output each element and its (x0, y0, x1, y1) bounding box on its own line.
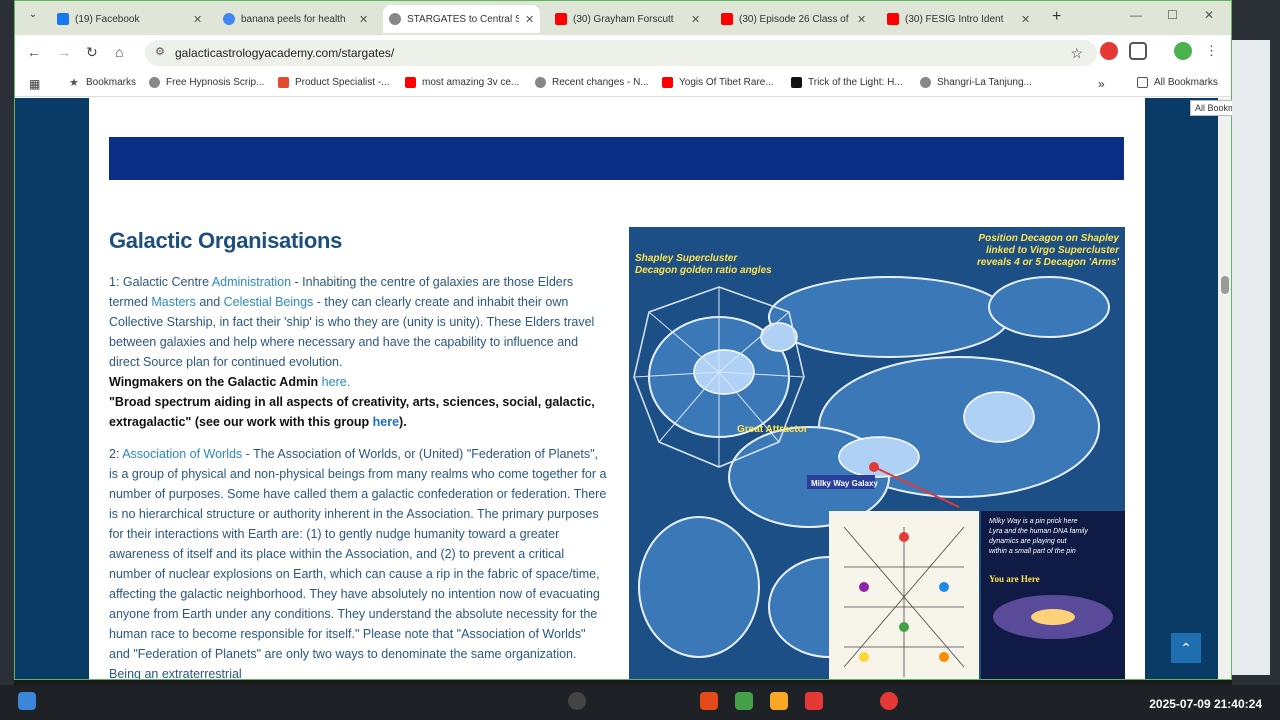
you-are-here-label: You are Here (989, 574, 1040, 584)
page-icon (791, 77, 802, 88)
google-icon (223, 13, 235, 25)
desktop-left-strip (0, 0, 14, 685)
facebook-icon (57, 13, 69, 25)
taskbar-app-icon[interactable] (880, 692, 898, 710)
bookmark-item-trick[interactable]: Trick of the Light: H... (791, 77, 903, 88)
tab-search-button[interactable]: ⌄ (23, 9, 43, 27)
administration-link[interactable]: Administration (212, 275, 291, 289)
great-attractor-label: Great Attractor (737, 424, 808, 435)
maximize-button[interactable]: ☐ (1167, 8, 1178, 22)
page-title: Galactic Organisations (109, 228, 343, 253)
tab-fesig[interactable]: (30) FESIG Intro Ident ✕ (881, 5, 1036, 33)
tab-facebook[interactable]: (19) Facebook ✕ (51, 5, 208, 33)
url-field[interactable]: ⚙ galacticastrologyacademy.com/stargates… (145, 40, 1097, 66)
tab-episode[interactable]: (30) Episode 26 Class of ✕ (715, 5, 872, 33)
apps-icon[interactable]: ▦ (29, 77, 40, 91)
all-bookmarks-button[interactable]: All Bookmarks (1137, 77, 1218, 88)
youtube-icon (887, 13, 899, 25)
tab-grayham[interactable]: (30) Grayham Forscutt ✕ (549, 5, 706, 33)
pin-caption-line1: Milky Way is a pin prick here (989, 518, 1078, 525)
pin-caption-line3: dynamics are playing out (989, 538, 1067, 545)
minimize-button[interactable]: — (1130, 8, 1142, 22)
youtube-icon (662, 77, 673, 88)
back-icon[interactable]: ← (27, 44, 41, 60)
paragraph-association: 2: Association of Worlds - The Associati… (109, 447, 607, 680)
wingmakers-here-link[interactable]: here. (322, 375, 351, 389)
page-banner (109, 137, 1124, 180)
bookmark-item-bookmarks[interactable]: ★ Bookmarks (69, 77, 136, 89)
close-icon[interactable]: ✕ (525, 13, 534, 26)
close-icon[interactable]: ✕ (193, 13, 202, 26)
close-icon[interactable]: ✕ (359, 13, 368, 26)
globe-icon (920, 77, 931, 88)
scroll-to-top-button[interactable]: ⌃ (1171, 633, 1201, 663)
more-bookmarks-icon[interactable]: » (1098, 77, 1105, 91)
position-caption-line2: linked to Virgo Supercluster (986, 245, 1120, 256)
tab-stargates[interactable]: STARGATES to Central S ✕ (383, 5, 541, 33)
bookmarks-bar: ▦ ★ Bookmarks Free Hypnosis Scrip... Prod… (15, 71, 1231, 97)
paragraph-galactic-centre: 1: Galactic Centre Administration - Inha… (109, 275, 595, 429)
adblock-extension-icon[interactable] (1100, 42, 1118, 60)
youtube-icon (721, 13, 733, 25)
page-content: Galactic Organisations 1: Galactic Centr… (89, 98, 1145, 680)
taskbar-app-icon[interactable] (805, 692, 823, 710)
shapley-caption-line1: Shapley Supercluster (635, 253, 738, 264)
position-caption-line3: reveals 4 or 5 Decagon 'Arms' (977, 257, 1120, 268)
page-viewport: Galactic Organisations 1: Galactic Centr… (15, 98, 1218, 680)
pin-caption-line2: Lyra and the human DNA family (989, 528, 1088, 535)
close-icon[interactable]: ✕ (1021, 13, 1030, 26)
association-of-worlds-link[interactable]: Association of Worlds (122, 447, 242, 461)
bookmark-item-recent[interactable]: Recent changes - N... (535, 77, 649, 88)
close-window-button[interactable]: ✕ (1204, 8, 1214, 22)
extensions-icon[interactable] (1129, 42, 1147, 60)
folder-icon (1137, 77, 1148, 88)
close-icon[interactable]: ✕ (857, 13, 866, 26)
taskbar-app-icon[interactable] (770, 692, 788, 710)
youtube-icon (555, 13, 567, 25)
milky-way-label: Milky Way Galaxy (811, 479, 878, 488)
globe-icon (149, 77, 160, 88)
globe-icon (389, 13, 401, 25)
taskbar-app-icon[interactable] (735, 692, 753, 710)
taskbar-app-icon[interactable] (700, 692, 718, 710)
address-bar: ← → ↻ ⌂ ⚙ galacticastrologyacademy.com/s… (15, 35, 1231, 71)
browser-window: ⌄ (19) Facebook ✕ banana peels for health… (14, 0, 1232, 680)
forward-icon[interactable]: → (57, 44, 71, 60)
side-panel (1232, 40, 1270, 675)
star-icon: ★ (69, 77, 79, 89)
bookmark-item-yogis[interactable]: Yogis Of Tibet Rare... (662, 77, 774, 88)
taskbar-app-icon[interactable] (568, 692, 586, 710)
t-icon (278, 77, 289, 88)
work-here-link[interactable]: here (373, 415, 399, 429)
celestial-beings-link[interactable]: Celestial Beings (224, 295, 314, 309)
taskbar-clock: 2025-07-09 21:40:24 (1149, 697, 1262, 711)
bookmark-star-icon[interactable]: ☆ (1070, 45, 1083, 62)
close-icon[interactable]: ✕ (691, 13, 700, 26)
scrollbar-thumb[interactable] (1221, 276, 1229, 294)
shapley-supercluster-image: Shapley Supercluster Decagon golden rati… (629, 227, 1125, 679)
tab-banana[interactable]: banana peels for health ✕ (217, 5, 374, 33)
bookmark-item-3v[interactable]: most amazing 3v ce... (405, 77, 519, 88)
bookmark-item-shangri[interactable]: Shangri-La Tanjung... (920, 77, 1032, 88)
page-scrollbar[interactable] (1218, 98, 1231, 679)
bookmark-item-hypnosis[interactable]: Free Hypnosis Scrip... (149, 77, 264, 88)
reload-icon[interactable]: ↻ (86, 44, 98, 61)
bookmark-item-product[interactable]: Product Specialist -... (278, 77, 389, 88)
menu-icon[interactable]: ⋮ (1205, 43, 1218, 61)
pin-caption-line4: within a small part of the pin (989, 548, 1076, 555)
globe-icon (535, 77, 546, 88)
site-info-icon[interactable]: ⚙ (155, 45, 165, 58)
masters-link[interactable]: Masters (151, 295, 195, 309)
tab-bar: ⌄ (19) Facebook ✕ banana peels for health… (15, 1, 1231, 35)
profile-avatar[interactable] (1174, 42, 1192, 60)
new-tab-button[interactable]: + (1052, 8, 1061, 26)
home-icon[interactable]: ⌂ (115, 44, 123, 60)
shapley-caption-line2: Decagon golden ratio angles (635, 265, 772, 276)
position-caption-line1: Position Decagon on Shapley (978, 233, 1119, 244)
youtube-icon (405, 77, 416, 88)
start-icon[interactable] (18, 692, 36, 710)
taskbar (0, 685, 1280, 720)
